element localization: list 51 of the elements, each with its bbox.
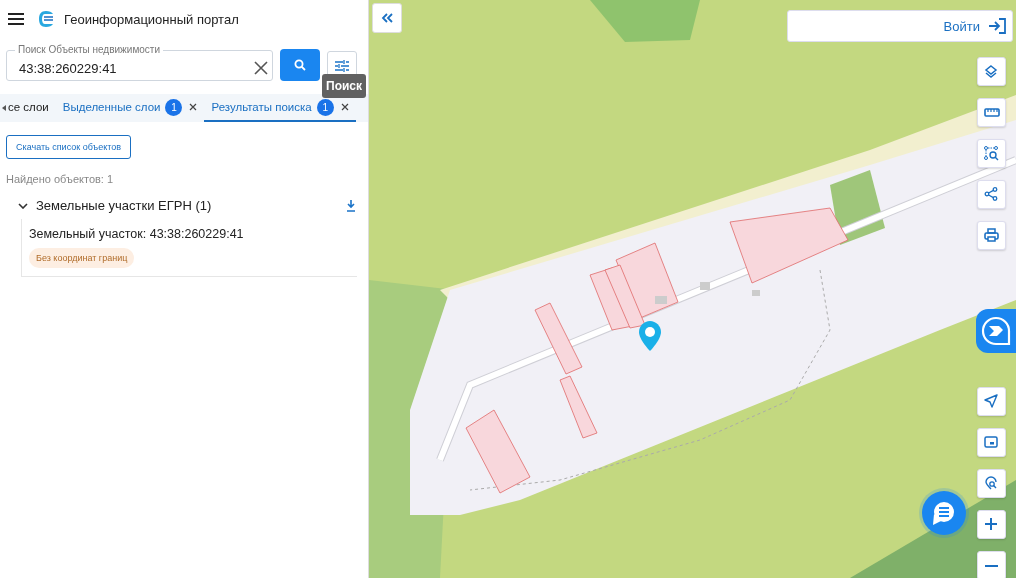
login-button[interactable]: Войти — [787, 10, 1013, 42]
print-icon — [983, 228, 1000, 243]
ruler-icon — [983, 105, 1000, 120]
search-icon — [294, 59, 307, 71]
logo-icon — [38, 10, 54, 28]
area-search-button[interactable] — [977, 139, 1006, 168]
chevron-down-icon[interactable] — [18, 202, 28, 209]
minimap-button[interactable] — [977, 428, 1006, 457]
double-chevron-left-icon — [381, 13, 393, 23]
login-icon — [988, 18, 1006, 34]
download-icon[interactable] — [346, 199, 356, 212]
status-tag: Без координат границ — [29, 248, 135, 268]
zoom-out-icon — [985, 564, 998, 567]
share-button[interactable] — [977, 180, 1006, 209]
tab[interactable]: Результаты поиска 1 — [204, 94, 356, 122]
tooltip: Поиск — [322, 74, 366, 98]
navigation-arrow-icon — [983, 394, 1000, 409]
collapse-panel-button[interactable] — [372, 3, 402, 33]
tab[interactable]: Выделенные слои 1 — [55, 94, 205, 122]
area-search-icon — [983, 146, 1000, 161]
close-icon[interactable] — [340, 103, 349, 111]
sliders-icon — [335, 60, 350, 72]
speech-bubble-icon — [931, 500, 957, 526]
result-card[interactable]: Земельный участок: 43:38:260229:41 Без координат границ — [21, 219, 357, 277]
location-search-button[interactable] — [977, 469, 1006, 498]
zoom-in-icon — [983, 517, 1000, 532]
print-button[interactable] — [977, 221, 1006, 250]
search-button[interactable] — [280, 49, 321, 81]
map-drawing[interactable] — [369, 0, 1016, 578]
tab[interactable]: се слои — [6, 94, 56, 122]
result-title: Земельный участок: 43:38:260229:41 — [29, 227, 245, 241]
navigation-arrow-button[interactable] — [977, 387, 1006, 416]
app-title: Геоинформационный портал — [64, 11, 239, 27]
clear-icon[interactable] — [254, 61, 269, 75]
zoom-in-button[interactable] — [977, 510, 1006, 539]
location-search-icon — [983, 476, 1000, 491]
found-count: Найдено объектов: 1 — [6, 173, 115, 185]
layers-icon — [983, 64, 1000, 79]
side-panel-button[interactable] — [976, 309, 1016, 353]
menu-icon[interactable] — [8, 13, 24, 25]
share-icon — [983, 187, 1000, 202]
ruler-button[interactable] — [977, 98, 1006, 127]
zoom-out-button[interactable] — [977, 551, 1006, 578]
count-badge: 1 — [165, 98, 183, 116]
count-badge: 1 — [316, 98, 334, 116]
group-title[interactable]: Земельные участки ЕГРН (1) — [36, 198, 338, 213]
layers-button[interactable] — [977, 57, 1006, 86]
close-icon[interactable] — [189, 103, 198, 111]
download-list-button[interactable]: Скачать список объектов — [6, 135, 132, 159]
minimap-icon — [983, 435, 1000, 450]
search-field[interactable]: Поиск Объекты недвижимости 43:38:260229:41 — [6, 44, 274, 81]
